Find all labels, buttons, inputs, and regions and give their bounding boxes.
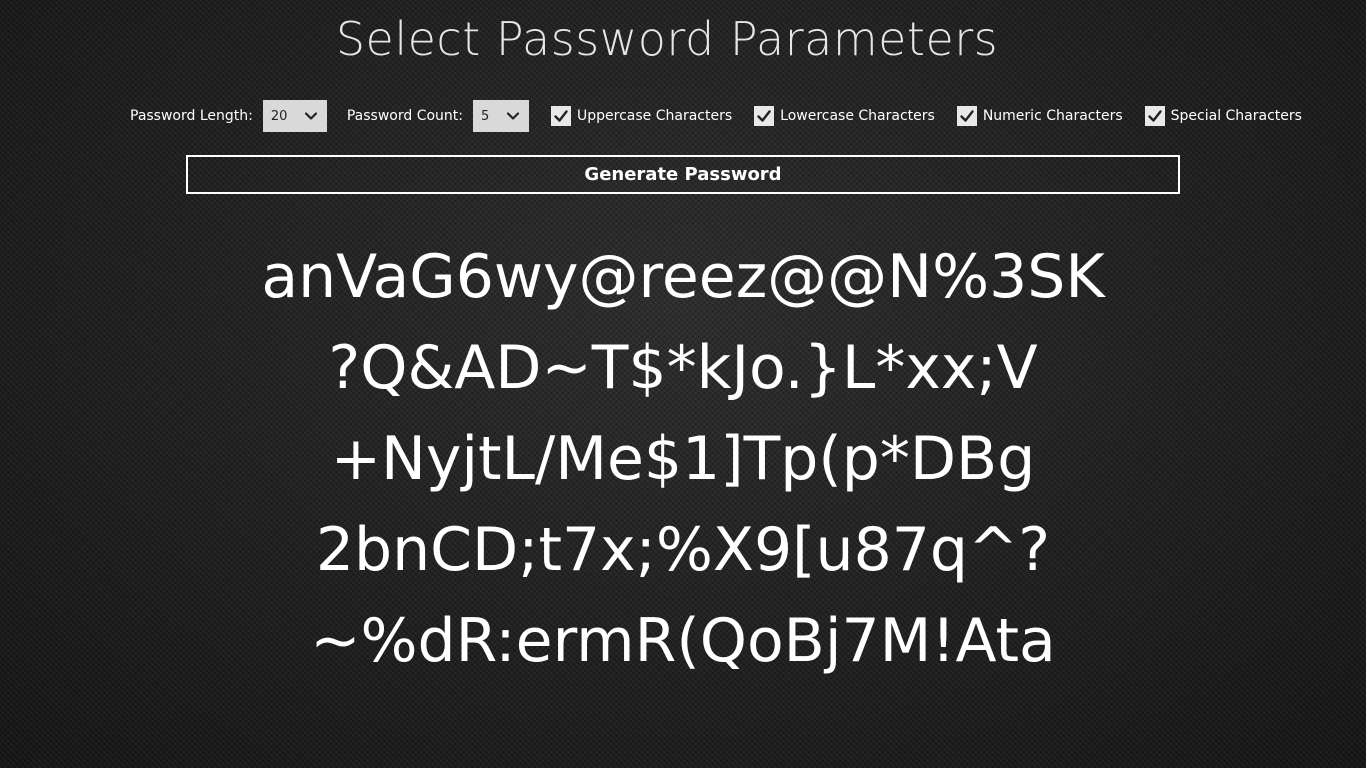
password-length-dropdown[interactable]: 20 [262, 100, 327, 132]
lowercase-checkbox[interactable]: Lowercase Characters [754, 106, 935, 126]
check-icon [1147, 110, 1162, 122]
check-icon [757, 110, 771, 122]
checkbox-box [551, 106, 571, 126]
numeric-checkbox[interactable]: Numeric Characters [956, 106, 1123, 126]
password-list: anVaG6wy@reez@@N%3SK ?Q&AD~T$*kJo.}L*xx;… [0, 232, 1366, 687]
uppercase-checkbox[interactable]: Uppercase Characters [551, 106, 732, 126]
password-item: anVaG6wy@reez@@N%3SK [261, 242, 1105, 312]
chevron-down-icon [304, 112, 317, 120]
password-length-value: 20 [270, 108, 288, 124]
password-count-value: 5 [481, 108, 490, 124]
password-item: 2bnCD;t7x;%X9[u87q^? [315, 515, 1051, 585]
checkbox-box [956, 106, 977, 126]
password-item: ?Q&AD~T$*kJo.}L*xx;V [328, 333, 1038, 403]
parameters-bar: Password Length: 20 Password Count: 5 Up… [130, 100, 1302, 132]
special-checkbox[interactable]: Special Characters [1144, 106, 1302, 126]
numeric-label: Numeric Characters [982, 108, 1123, 124]
password-item: +NyjtL/Me$1]Tp(p*DBg [330, 424, 1036, 494]
uppercase-label: Uppercase Characters [577, 108, 733, 124]
password-count-label: Password Count: [346, 108, 463, 124]
check-icon [960, 110, 974, 122]
generate-password-button[interactable]: Generate Password [186, 155, 1180, 194]
password-count-dropdown[interactable]: 5 [473, 100, 529, 132]
checkbox-box [754, 106, 775, 126]
checkbox-box [1144, 106, 1165, 126]
password-item: ~%dR:ermR(QoBj7M!Ata [310, 606, 1056, 676]
page-title: Select Password Parameters [335, 12, 999, 66]
check-icon [554, 110, 568, 122]
password-length-label: Password Length: [130, 108, 253, 124]
chevron-down-icon [506, 112, 520, 120]
special-label: Special Characters [1170, 108, 1302, 124]
lowercase-label: Lowercase Characters [780, 108, 935, 124]
